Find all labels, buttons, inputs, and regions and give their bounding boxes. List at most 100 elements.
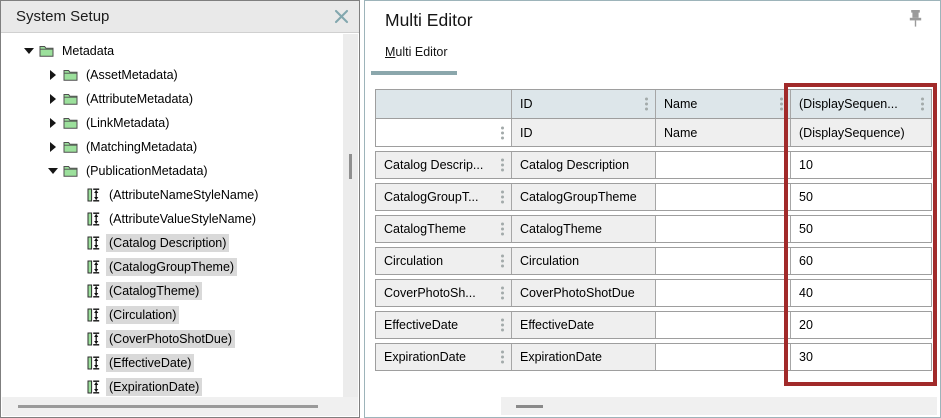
chevron-right-icon[interactable] [47, 70, 58, 81]
row-header-label: CoverPhotoSh... [384, 286, 476, 300]
attribute-cell-id[interactable]: ID [512, 119, 656, 146]
row-menu-icon[interactable] [501, 126, 504, 139]
row-menu-icon[interactable] [501, 191, 504, 204]
row-header-cell[interactable]: CoverPhotoSh... [376, 280, 512, 306]
tree-item-label: (AttributeValueStyleName) [106, 210, 259, 228]
chevron-right-icon[interactable] [47, 94, 58, 105]
cell-display-sequence[interactable]: 50 [791, 184, 931, 210]
tree-item-publication-metadata[interactable]: (PublicationMetadata) [2, 159, 342, 183]
cell-name[interactable] [656, 184, 791, 210]
close-icon [333, 8, 350, 25]
tree-item-label: (CoverPhotoShotDue) [106, 330, 235, 348]
row-menu-icon[interactable] [501, 223, 504, 236]
tree-item-label: (ExpirationDate) [106, 378, 202, 396]
active-tab-indicator [371, 71, 457, 75]
grid-attribute-row: ID Name (DisplaySequence) [375, 118, 932, 147]
grid-header-row: ID Name (DisplaySequen... [375, 89, 932, 119]
row-menu-icon[interactable] [501, 287, 504, 300]
tree-item-expiration-date[interactable]: (ExpirationDate) [2, 375, 342, 396]
table-row: ExpirationDate ExpirationDate 30 [375, 343, 932, 371]
cell-name[interactable] [656, 344, 791, 370]
column-menu-icon[interactable] [645, 98, 648, 111]
cell-name[interactable] [656, 280, 791, 306]
cell-id[interactable]: CoverPhotoShotDue [512, 280, 656, 306]
row-menu-icon[interactable] [501, 159, 504, 172]
tree-item-cover-photo-shot-due[interactable]: (CoverPhotoShotDue) [2, 327, 342, 351]
row-header-cell[interactable]: EffectiveDate [376, 312, 512, 338]
close-button[interactable] [332, 8, 350, 26]
attribute-cell-display-sequence[interactable]: (DisplaySequence) [791, 119, 931, 146]
pin-button[interactable] [908, 9, 923, 31]
tree-item-effective-date[interactable]: (EffectiveDate) [2, 351, 342, 375]
cell-display-sequence[interactable]: 60 [791, 248, 931, 274]
scrollbar-thumb[interactable] [516, 405, 543, 408]
tree-item-label: (CatalogTheme) [106, 282, 202, 300]
row-header-cell[interactable]: Catalog Descrip... [376, 152, 512, 178]
cell-id[interactable]: ExpirationDate [512, 344, 656, 370]
cell-name[interactable] [656, 216, 791, 242]
cell-id[interactable]: CatalogTheme [512, 216, 656, 242]
tree-item-catalog-description[interactable]: (Catalog Description) [2, 231, 342, 255]
scrollbar-thumb[interactable] [18, 405, 318, 408]
vertical-scrollbar[interactable] [343, 34, 358, 397]
column-header-name[interactable]: Name [656, 90, 791, 118]
column-header-rowheader[interactable] [376, 90, 512, 118]
cell-name[interactable] [656, 248, 791, 274]
row-menu-icon[interactable] [501, 319, 504, 332]
cell-display-sequence[interactable]: 40 [791, 280, 931, 306]
system-setup-panel: System Setup Metadata (AssetMetadata) [0, 0, 360, 418]
cell-display-sequence[interactable]: 50 [791, 216, 931, 242]
cell-name[interactable] [656, 152, 791, 178]
folder-icon [63, 164, 78, 178]
column-header-display-sequence[interactable]: (DisplaySequen... [791, 90, 931, 118]
folder-icon [63, 68, 78, 82]
column-header-id[interactable]: ID [512, 90, 656, 118]
attribute-cell-name[interactable]: Name [656, 119, 791, 146]
chevron-down-icon[interactable] [47, 166, 58, 177]
tree-item-metadata[interactable]: Metadata [2, 39, 342, 63]
scrollbar-thumb[interactable] [349, 154, 352, 179]
row-header-cell[interactable]: CatalogTheme [376, 216, 512, 242]
attribute-icon [86, 212, 101, 226]
tree-item-label: (AttributeMetadata) [83, 90, 196, 108]
table-row: Circulation Circulation 60 [375, 247, 932, 275]
chevron-right-icon[interactable] [47, 118, 58, 129]
tree-item-attribute-metadata[interactable]: (AttributeMetadata) [2, 87, 342, 111]
horizontal-scrollbar[interactable] [501, 397, 937, 415]
tree-item-label: (AssetMetadata) [83, 66, 181, 84]
column-menu-icon[interactable] [921, 98, 924, 111]
chevron-down-icon[interactable] [23, 46, 34, 57]
row-header-cell[interactable] [376, 119, 512, 146]
chevron-right-icon[interactable] [47, 142, 58, 153]
tree-item-circulation[interactable]: (Circulation) [2, 303, 342, 327]
row-header-cell[interactable]: Circulation [376, 248, 512, 274]
tree-item-asset-metadata[interactable]: (AssetMetadata) [2, 63, 342, 87]
row-header-cell[interactable]: ExpirationDate [376, 344, 512, 370]
tree-item-catalog-theme[interactable]: (CatalogTheme) [2, 279, 342, 303]
row-header-cell[interactable]: CatalogGroupT... [376, 184, 512, 210]
cell-display-sequence[interactable]: 20 [791, 312, 931, 338]
cell-name[interactable] [656, 312, 791, 338]
page-title: Multi Editor [385, 10, 473, 31]
row-menu-icon[interactable] [501, 255, 504, 268]
cell-id[interactable]: Catalog Description [512, 152, 656, 178]
cell-id[interactable]: CatalogGroupTheme [512, 184, 656, 210]
attribute-icon [86, 332, 101, 346]
column-menu-icon[interactable] [780, 98, 783, 111]
tree-item-link-metadata[interactable]: (LinkMetadata) [2, 111, 342, 135]
cell-display-sequence[interactable]: 10 [791, 152, 931, 178]
horizontal-scrollbar[interactable] [2, 397, 358, 416]
folder-icon [63, 116, 78, 130]
cell-id[interactable]: Circulation [512, 248, 656, 274]
tree-item-attribute-name-style-name[interactable]: (AttributeNameStyleName) [2, 183, 342, 207]
tree-item-attribute-value-style-name[interactable]: (AttributeValueStyleName) [2, 207, 342, 231]
tree-item-matching-metadata[interactable]: (MatchingMetadata) [2, 135, 342, 159]
tab-multi-editor[interactable]: Multi Editor [385, 45, 448, 59]
tree-item-catalog-group-theme[interactable]: (CatalogGroupTheme) [2, 255, 342, 279]
cell-display-sequence[interactable]: 30 [791, 344, 931, 370]
tree-item-label: (LinkMetadata) [83, 114, 172, 132]
pin-icon [908, 9, 923, 31]
cell-id[interactable]: EffectiveDate [512, 312, 656, 338]
tree-item-label: (PublicationMetadata) [83, 162, 211, 180]
row-menu-icon[interactable] [501, 351, 504, 364]
